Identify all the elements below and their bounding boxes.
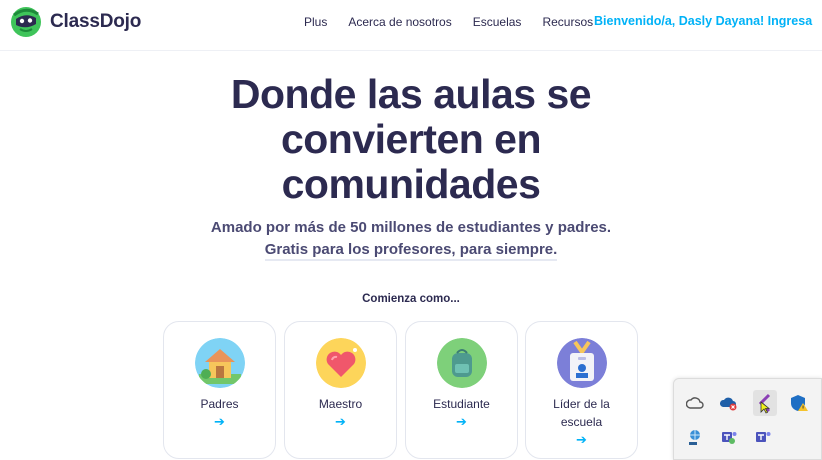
- hero-title-line: Donde las aulas se: [230, 71, 592, 117]
- teams-icon[interactable]: [719, 427, 739, 447]
- arrow-right-icon: ➔: [214, 414, 225, 429]
- arrow-right-icon: ➔: [456, 414, 467, 429]
- visual-studio-icon[interactable]: [753, 390, 777, 416]
- brand-name: ClassDojo: [50, 11, 142, 32]
- arrow-right-icon: ➔: [576, 432, 587, 447]
- classdojo-logo-icon: [11, 7, 41, 37]
- cloud-error-icon[interactable]: [719, 393, 739, 413]
- backpack-icon: [437, 338, 487, 388]
- start-as-label: Comienza como...: [362, 293, 460, 305]
- shield-warning-icon[interactable]: [789, 393, 809, 413]
- role-card-school-leader[interactable]: Líder de la escuela ➔: [525, 321, 638, 459]
- network-globe-icon[interactable]: [685, 427, 705, 447]
- hero-title: Donde las aulas se convierten en comunid…: [0, 72, 822, 207]
- nav-link-plus[interactable]: Plus: [304, 15, 327, 29]
- brand-logo[interactable]: ClassDojo: [10, 6, 141, 38]
- hero-title-line: convierten en: [280, 116, 542, 162]
- role-card-student[interactable]: Estudiante ➔: [405, 321, 518, 459]
- hero-title-line: comunidades: [281, 161, 541, 207]
- role-label-teacher: Maestro: [318, 397, 363, 411]
- nav-links: Plus Acerca de nosotros Escuelas Recurso…: [304, 15, 614, 29]
- onedrive-icon[interactable]: [685, 393, 705, 413]
- system-tray-overflow: [673, 378, 822, 460]
- teams-alt-icon[interactable]: [753, 427, 773, 447]
- arrow-right-icon: ➔: [335, 414, 346, 429]
- role-card-teacher[interactable]: Maestro ➔: [284, 321, 397, 459]
- heart-icon: [316, 338, 366, 388]
- top-navigation: ClassDojo Plus Acerca de nosotros Escuel…: [0, 0, 822, 44]
- hero-subtitle: Amado por más de 50 millones de estudian…: [0, 217, 822, 261]
- role-label-school-leader: Líder de la escuela: [553, 397, 610, 429]
- nav-link-about[interactable]: Acerca de nosotros: [348, 15, 451, 29]
- role-label-student: Estudiante: [433, 397, 490, 411]
- badge-icon: [557, 338, 607, 388]
- nav-divider: [0, 50, 822, 51]
- subtitle-line-2: Gratis para los profesores, para siempre…: [264, 241, 558, 261]
- role-label-parents: Padres: [200, 397, 239, 411]
- login-welcome-link[interactable]: Bienvenido/a, Dasly Dayana! Ingresa: [594, 14, 812, 28]
- house-icon: [195, 338, 245, 388]
- nav-link-resources[interactable]: Recursos: [542, 15, 593, 29]
- subtitle-line-1: Amado por más de 50 millones de estudian…: [210, 219, 612, 236]
- role-card-parents[interactable]: Padres ➔: [163, 321, 276, 459]
- nav-link-schools[interactable]: Escuelas: [473, 15, 522, 29]
